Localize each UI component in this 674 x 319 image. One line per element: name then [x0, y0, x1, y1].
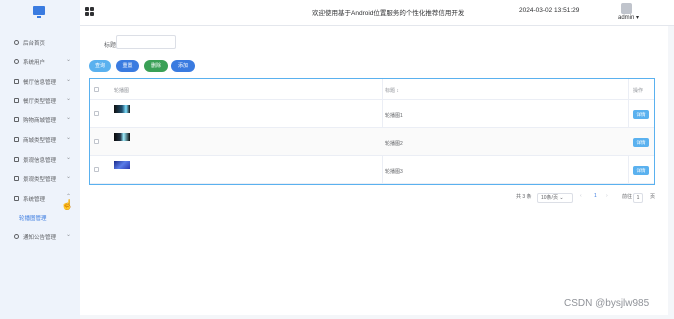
sidebar-item-mall-type[interactable]: 商城类型管理 ⌄ — [0, 133, 80, 147]
chevron-down-icon: ⌄ — [66, 155, 72, 161]
checkbox-icon — [14, 157, 19, 162]
next-page-button[interactable]: › — [606, 193, 608, 203]
sidebar-item-label: 景观信息管理 — [23, 158, 57, 164]
sidebar-item-label: 购物商城管理 — [23, 118, 57, 124]
chevron-down-icon: ⌄ — [66, 57, 72, 63]
sidebar-item-restaurant-info[interactable]: 餐厅信息管理 ⌄ — [0, 75, 80, 89]
checkbox-icon — [14, 176, 19, 181]
checkbox-icon — [14, 98, 19, 103]
add-button[interactable]: 添加 — [171, 60, 195, 72]
detail-button[interactable]: 详情 — [633, 166, 649, 175]
logo-area — [0, 0, 80, 26]
checkbox-icon — [14, 79, 19, 84]
sidebar-item-label: 景观类型管理 — [23, 177, 57, 183]
reset-button[interactable]: 重置 — [116, 60, 139, 72]
carousel-thumbnail — [114, 105, 130, 113]
chevron-down-icon: ⌄ — [66, 115, 72, 121]
table-header: 轮播图 标题 ↕ 操作 — [90, 79, 654, 100]
delete-button[interactable]: 删除 — [144, 60, 168, 72]
datetime-text: 2024-03-02 13:51:29 — [519, 7, 580, 14]
sidebar-item-label: 餐厅信息管理 — [23, 80, 57, 86]
clock-icon — [14, 40, 19, 45]
page-number-current[interactable]: 1 — [594, 193, 597, 203]
row-checkbox[interactable] — [94, 167, 99, 172]
table-row: 轮播图1 详情 — [90, 100, 654, 128]
detail-button[interactable]: 详情 — [633, 110, 649, 119]
sidebar-item-system-users[interactable]: 系统用户 ⌄ — [0, 55, 80, 69]
sidebar-item-mall[interactable]: 购物商城管理 ⌄ — [0, 113, 80, 127]
monitor-logo-icon — [33, 6, 45, 18]
page-size-select[interactable]: 10条/页 ⌄ — [537, 193, 573, 203]
sidebar-item-label: 系统用户 — [23, 60, 46, 66]
carousel-thumbnail — [114, 133, 130, 141]
pagination-total: 共 3 条 — [516, 194, 532, 200]
select-all-checkbox[interactable] — [94, 87, 99, 92]
column-header-image: 轮播图 — [114, 88, 130, 94]
row-checkbox[interactable] — [94, 139, 99, 144]
chat-icon — [14, 234, 19, 239]
menu-toggle-icon[interactable] — [85, 7, 94, 16]
query-button[interactable]: 查询 — [89, 60, 111, 72]
row-checkbox[interactable] — [94, 111, 99, 116]
sidebar-item-label: 商城类型管理 — [23, 138, 57, 144]
sidebar-item-home[interactable]: 后台首页 — [0, 36, 80, 50]
sidebar-item-label: 通知公告管理 — [23, 235, 57, 241]
carousel-thumbnail — [114, 161, 130, 169]
watermark: CSDN @bysjlw985 — [564, 298, 650, 309]
detail-button[interactable]: 详情 — [633, 138, 649, 147]
column-header-actions: 操作 — [633, 88, 644, 94]
avatar[interactable] — [621, 3, 632, 14]
prev-page-button[interactable]: ‹ — [580, 193, 582, 203]
sidebar-item-label: 后台首页 — [23, 41, 46, 47]
sidebar-subitem-label: 轮播图管理 — [19, 216, 47, 222]
user-icon — [14, 59, 19, 64]
sidebar-item-scenic-type[interactable]: 景观类型管理 ⌄ — [0, 172, 80, 186]
page-unit-label: 页 — [650, 194, 656, 200]
mouse-cursor-icon: ☝ — [61, 200, 74, 211]
checkbox-icon — [14, 137, 19, 142]
row-title: 轮播图3 — [385, 169, 403, 175]
folder-icon — [14, 196, 19, 201]
goto-label: 前往 — [622, 194, 633, 200]
column-header-title[interactable]: 标题 ↕ — [385, 87, 399, 94]
sidebar-item-label: 餐厅类型管理 — [23, 99, 57, 105]
sidebar-item-label: 系统管理 — [23, 197, 46, 203]
row-title: 轮播图2 — [385, 141, 403, 147]
checkbox-icon — [14, 117, 19, 122]
welcome-text: 欢迎使用基于Android位置服务的个性化推荐信用开发 — [312, 10, 465, 17]
chevron-up-icon: ⌃ — [66, 194, 72, 200]
table-row: 轮播图2 详情 — [90, 128, 654, 156]
sidebar-item-scenic-info[interactable]: 景观信息管理 ⌄ — [0, 153, 80, 167]
chevron-down-icon: ⌄ — [66, 232, 72, 238]
search-label: 标题 — [104, 43, 117, 49]
sidebar-subitem-carousel[interactable]: 轮播图管理 — [0, 211, 80, 225]
chevron-down-icon: ⌄ — [66, 135, 72, 141]
goto-page-input[interactable]: 1 — [633, 193, 643, 203]
chevron-down-icon: ⌄ — [66, 96, 72, 102]
row-title: 轮播图1 — [385, 113, 403, 119]
chevron-down-icon: ⌄ — [66, 77, 72, 83]
user-menu[interactable]: admin ▾ — [618, 14, 639, 21]
top-header: 欢迎使用基于Android位置服务的个性化推荐信用开发 2024-03-02 1… — [0, 0, 674, 26]
search-input[interactable] — [116, 35, 176, 49]
sidebar-item-notices[interactable]: 通知公告管理 ⌄ — [0, 230, 80, 244]
chevron-down-icon: ⌄ — [66, 174, 72, 180]
sidebar-item-restaurant-type[interactable]: 餐厅类型管理 ⌄ — [0, 94, 80, 108]
table-row: 轮播图3 详情 — [90, 156, 654, 184]
data-table: 轮播图 标题 ↕ 操作 轮播图1 详情 轮播图2 详情 轮播图3 详情 — [89, 78, 655, 185]
